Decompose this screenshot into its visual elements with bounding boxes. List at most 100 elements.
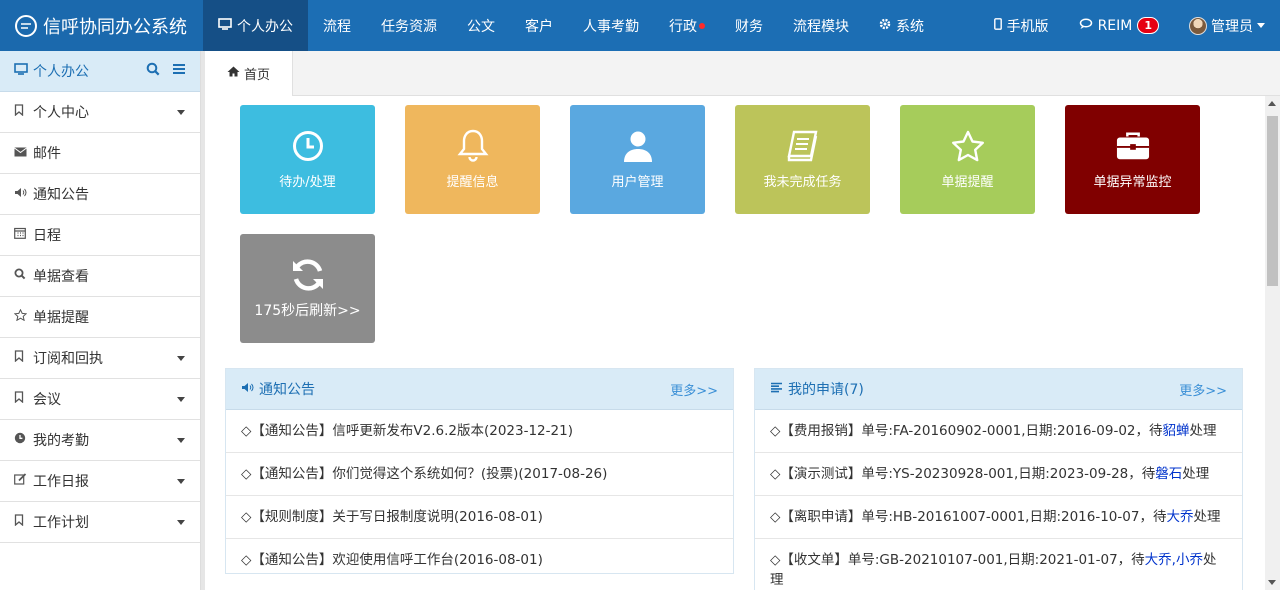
scroll-down-icon[interactable] (1268, 580, 1276, 585)
tile-user-management[interactable]: 用户管理 (570, 105, 705, 214)
nav-item-customer[interactable]: 客户 (510, 0, 568, 51)
chevron-down-icon (177, 355, 185, 361)
row-tail: 处理 (1189, 423, 1217, 439)
main-nav: 个人办公 流程 任务资源 公文 客户 人事考勤 行政 财务 流程模块 系统 (203, 0, 939, 51)
list-item[interactable]: ◇【收文单】单号:GB-20210107-001,日期:2021-01-07，待… (755, 539, 1242, 590)
nav-item-finance[interactable]: 财务 (720, 0, 778, 51)
clock-icon (14, 432, 30, 448)
more-link[interactable]: 更多>> (1179, 380, 1227, 399)
tab-label: 首页 (243, 68, 270, 83)
vertical-scrollbar[interactable] (1265, 96, 1280, 590)
sidebar-title: 个人办公 (33, 64, 89, 80)
list-item[interactable]: ◇【通知公告】你们觉得这个系统如何？(投票)(2017-08-26) (226, 453, 733, 496)
menu-icon[interactable] (172, 62, 186, 80)
gear-icon (879, 18, 891, 34)
nav-item-system[interactable]: 系统 (864, 0, 939, 51)
sidebar-item-my-attendance[interactable]: 我的考勤 (0, 420, 200, 461)
handler-name: 大乔,小乔 (1144, 552, 1203, 568)
panel-title: 我的申请(7) (788, 382, 864, 398)
sidebar-item-meeting[interactable]: 会议 (0, 379, 200, 420)
sidebar-item-subscribe-receipt[interactable]: 订阅和回执 (0, 338, 200, 379)
mobile-version-link[interactable]: 手机版 (979, 0, 1064, 51)
tile-todo[interactable]: 待办/处理 (240, 105, 375, 214)
book-icon (786, 129, 820, 163)
nav-item-task-resource[interactable]: 任务资源 (366, 0, 452, 51)
tile-form-reminder[interactable]: 单据提醒 (900, 105, 1035, 214)
avatar (1189, 16, 1207, 35)
notification-dot (699, 22, 705, 29)
list-item[interactable]: ◇【通知公告】信呼更新发布V2.6.2版本(2023-12-21) (226, 410, 733, 453)
sidebar-item-daily-report[interactable]: 工作日报 (0, 461, 200, 502)
list-item[interactable]: ◇【通知公告】欢迎使用信呼工作台(2016-08-01) (226, 539, 733, 581)
nav-label: 人事考勤 (583, 18, 639, 35)
chevron-down-icon (177, 437, 185, 443)
more-link[interactable]: 更多>> (670, 380, 718, 399)
sidebar-item-form-view[interactable]: 单据查看 (0, 256, 200, 297)
refresh-icon (291, 258, 325, 292)
nav-item-personal-office[interactable]: 个人办公 (203, 0, 308, 51)
panel-title: 通知公告 (259, 382, 315, 398)
search-icon[interactable] (146, 62, 160, 80)
monitor-icon (218, 17, 232, 34)
scroll-up-icon[interactable] (1268, 101, 1276, 106)
sidebar-item-label: 邮件 (33, 146, 61, 162)
sidebar-item-work-plan[interactable]: 工作计划 (0, 502, 200, 543)
list-item[interactable]: ◇【离职申请】单号:HB-20161007-0001,日期:2016-10-07… (755, 496, 1242, 539)
tab-home[interactable]: 首页 (205, 51, 293, 96)
tile-label: 我未完成任务 (763, 175, 842, 190)
sidebar-item-schedule[interactable]: 日程 (0, 215, 200, 256)
top-navbar: 信呼协同办公系统 个人办公 流程 任务资源 公文 客户 人事考勤 行政 财务 流… (0, 0, 1280, 51)
main-content: 待办/处理 提醒信息 用户管理 我未完成任务 单据提醒 单据异常监控 175秒后… (205, 96, 1265, 590)
nav-label: 任务资源 (381, 18, 437, 35)
sidebar-item-notice[interactable]: 通知公告 (0, 174, 200, 215)
tile-my-unfinished-tasks[interactable]: 我未完成任务 (735, 105, 870, 214)
chevron-down-icon (177, 109, 185, 115)
tile-label: 待办/处理 (279, 175, 336, 190)
volume-icon (14, 187, 30, 202)
my-application-panel: 我的申请(7) 更多>> ◇【费用报销】单号:FA-20160902-0001,… (754, 368, 1243, 590)
list-item[interactable]: ◇【演示测试】单号:YS-20230928-001,日期:2023-09-28，… (755, 453, 1242, 496)
chevron-down-icon (1257, 23, 1265, 28)
star-icon (13, 308, 30, 325)
chat-icon (1079, 17, 1093, 34)
tile-label: 单据提醒 (941, 175, 994, 190)
user-icon (621, 129, 655, 163)
nav-label: 财务 (735, 18, 763, 35)
sidebar-item-label: 订阅和回执 (33, 351, 103, 367)
reim-link[interactable]: REIM 1 (1064, 0, 1174, 51)
nav-item-admin[interactable]: 行政 (654, 0, 720, 51)
mobile-icon (993, 17, 1002, 34)
application-panel-header: 我的申请(7) 更多>> (755, 369, 1242, 410)
sidebar-item-label: 个人中心 (33, 105, 89, 121)
monitor-icon (14, 63, 28, 79)
sidebar-item-label: 通知公告 (33, 187, 89, 203)
list-item[interactable]: ◇【规则制度】关于写日报制度说明(2016-08-01) (226, 496, 733, 539)
bell-icon (456, 129, 490, 163)
briefcase-icon (1116, 129, 1150, 163)
sidebar-item-label: 我的考勤 (33, 433, 89, 449)
sidebar-item-mail[interactable]: 邮件 (0, 133, 200, 174)
user-menu[interactable]: 管理员 (1174, 0, 1280, 51)
nav-item-flow[interactable]: 流程 (308, 0, 366, 51)
handler-name: 大乔 (1166, 509, 1194, 525)
star-icon (951, 129, 985, 163)
nav-item-document[interactable]: 公文 (452, 0, 510, 51)
list-item[interactable]: ◇【费用报销】单号:FA-20160902-0001,日期:2016-09-02… (755, 410, 1242, 453)
list-icon (770, 382, 783, 396)
scrollbar-thumb[interactable] (1267, 116, 1278, 286)
row-tail: 处理 (1193, 509, 1221, 525)
sidebar: 个人办公 个人中心 邮件 通知公告 日程 单据查看 单据提醒 订阅和回执 会议 … (0, 51, 201, 590)
brand[interactable]: 信呼协同办公系统 (0, 0, 203, 51)
tile-form-exception-monitor[interactable]: 单据异常监控 (1065, 105, 1200, 214)
chevron-down-icon (177, 478, 185, 484)
sidebar-item-label: 单据查看 (33, 269, 89, 285)
sidebar-item-personal-center[interactable]: 个人中心 (0, 92, 200, 133)
sidebar-item-label: 单据提醒 (33, 310, 89, 326)
nav-item-hr-attendance[interactable]: 人事考勤 (568, 0, 654, 51)
edit-icon (14, 473, 30, 489)
tile-refresh[interactable]: 175秒后刷新>> (240, 234, 375, 343)
tile-reminder[interactable]: 提醒信息 (405, 105, 540, 214)
mobile-label: 手机版 (1006, 18, 1049, 35)
sidebar-item-form-reminder[interactable]: 单据提醒 (0, 297, 200, 338)
nav-item-flow-module[interactable]: 流程模块 (778, 0, 864, 51)
